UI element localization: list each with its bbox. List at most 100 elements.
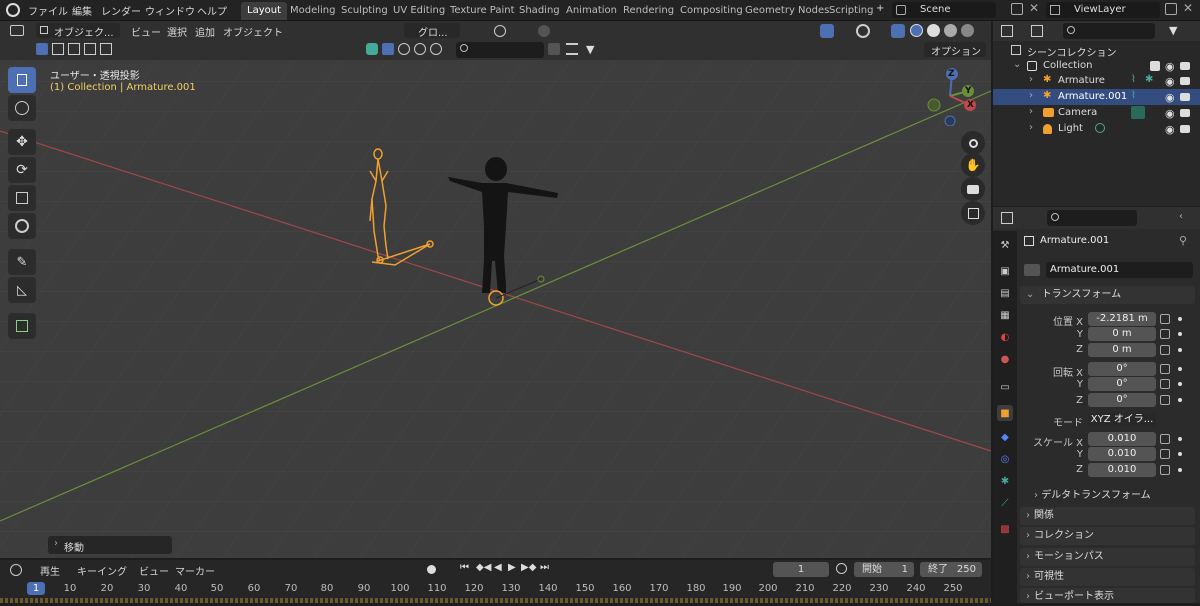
lock-icon[interactable] (1160, 434, 1170, 444)
add-workspace-button[interactable]: + (876, 3, 884, 14)
keyframe-dot-icon[interactable] (1178, 317, 1182, 321)
expand-chevron-icon[interactable]: › (1029, 90, 1033, 101)
constraint-tab-icon[interactable]: ✱ (997, 473, 1013, 489)
rotate-tool[interactable]: ⟳ (8, 157, 36, 183)
editor-type-icon[interactable] (10, 25, 24, 36)
orientation-selector[interactable]: グロ... (404, 23, 460, 39)
select-extend-icon[interactable] (52, 43, 64, 55)
expand-chevron-icon[interactable]: › (1029, 122, 1033, 133)
modifier-tab-icon[interactable]: ◆ (997, 429, 1013, 445)
viewlayer-close-icon[interactable]: ✕ (1183, 1, 1193, 15)
motion-paths-panel-header[interactable]: › モーションパス (1020, 548, 1195, 566)
visibility-eye-icon[interactable]: ◉ (1165, 75, 1175, 88)
tab-sculpting[interactable]: Sculpting (335, 2, 394, 20)
lock-icon[interactable] (1160, 465, 1170, 475)
frame-ruler[interactable]: 1 10 20 30 40 50 60 70 80 90 100 110 120 130 140 150 160… (0, 560, 991, 603)
outliner-search-input[interactable] (1063, 23, 1155, 39)
lock-icon[interactable] (1160, 329, 1170, 339)
move-tool[interactable]: ✥ (8, 129, 36, 155)
keyframe-dot-icon[interactable] (1178, 398, 1182, 402)
rotation-x-field[interactable]: 0° (1088, 362, 1156, 376)
viewport-display-panel-header[interactable]: › ビューポート表示 (1020, 588, 1195, 603)
menu-help[interactable]: ヘルプ (197, 3, 227, 18)
shading-rendered-icon[interactable] (961, 24, 974, 37)
select-intersect-icon[interactable] (100, 43, 112, 55)
shading-wireframe-icon[interactable] (910, 24, 923, 37)
collections-panel-header[interactable]: › コレクション (1020, 527, 1195, 545)
relations-panel-header[interactable]: › 関係 (1020, 507, 1195, 525)
gizmo-toggle-icon[interactable] (820, 24, 834, 38)
keyframe-dot-icon[interactable] (1178, 367, 1182, 371)
outliner-item-armature[interactable]: › ✱ Armature ⌇ ✱ ◉ (993, 73, 1200, 89)
collection-tab-icon[interactable]: ▭ (997, 379, 1013, 395)
tab-shading[interactable]: Shading (513, 2, 566, 20)
menu-object[interactable]: オブジェクト (223, 24, 283, 39)
outliner-editor-icon[interactable] (1001, 25, 1013, 37)
shading-solid-icon[interactable] (927, 24, 940, 37)
lock-icon[interactable] (1160, 449, 1170, 459)
render-camera-icon[interactable] (1180, 109, 1190, 117)
last-operator-panel[interactable]: › 移動 (48, 536, 172, 554)
render-tab-icon[interactable]: ▣ (997, 263, 1013, 279)
lock-icon[interactable] (1160, 345, 1170, 355)
menu-view[interactable]: ビュー (131, 24, 161, 39)
outliner-item-light[interactable]: › Light ◉ (993, 121, 1200, 137)
view-layer-tab-icon[interactable]: ▦ (997, 307, 1013, 323)
lock-icon[interactable] (1160, 314, 1170, 324)
render-camera-icon[interactable] (1180, 125, 1190, 133)
menu-file[interactable]: ファイル (28, 3, 68, 18)
menu-window[interactable]: ウィンドウ (145, 3, 195, 18)
output-tab-icon[interactable]: ▤ (997, 285, 1013, 301)
tab-geometry-nodes[interactable]: Geometry Nodes (739, 2, 835, 20)
filter-world-icon[interactable] (414, 43, 426, 55)
visibility-panel-header[interactable]: › 可視性 (1020, 568, 1195, 586)
collection-checkbox-icon[interactable] (1150, 61, 1160, 71)
properties-search-input[interactable] (1047, 210, 1137, 226)
properties-options-icon[interactable]: ‹ (1179, 211, 1183, 222)
select-box-tool[interactable] (8, 67, 36, 93)
viewlayer-copy-icon[interactable] (1165, 3, 1177, 15)
world-tab-icon[interactable]: ● (997, 351, 1013, 367)
cursor-tool[interactable] (8, 95, 36, 121)
tab-uv-editing[interactable]: UV Editing (387, 2, 451, 20)
scale-y-field[interactable]: 0.010 (1088, 447, 1156, 461)
zoom-button[interactable] (961, 131, 985, 155)
camera-data-icon[interactable] (1131, 106, 1145, 119)
ortho-toggle-button[interactable] (961, 201, 985, 225)
keyframe-dot-icon[interactable] (1178, 468, 1182, 472)
snap-icon[interactable] (494, 25, 506, 37)
delta-transform-subpanel[interactable]: › デルタトランスフォーム (1034, 486, 1194, 502)
keyframe-dot-icon[interactable] (1178, 382, 1182, 386)
pan-button[interactable]: ✋ (961, 153, 985, 177)
shading-material-icon[interactable] (944, 24, 957, 37)
visibility-eye-icon[interactable]: ◉ (1165, 60, 1175, 73)
menu-edit[interactable]: 編集 (72, 3, 92, 18)
render-camera-icon[interactable] (1180, 93, 1190, 101)
visibility-eye-icon[interactable]: ◉ (1165, 123, 1175, 136)
pose-data-icon[interactable]: ⌇ (1131, 90, 1136, 101)
mode-selector[interactable]: オブジェク... (36, 23, 120, 39)
keyframe-dot-icon[interactable] (1178, 452, 1182, 456)
location-x-field[interactable]: -2.2181 m (1088, 312, 1156, 326)
scale-z-field[interactable]: 0.010 (1088, 463, 1156, 477)
scale-tool[interactable] (8, 185, 36, 211)
camera-view-button[interactable] (961, 177, 985, 201)
tab-animation[interactable]: Animation (560, 2, 623, 20)
light-data-icon[interactable] (1095, 123, 1105, 133)
location-z-field[interactable]: 0 m (1088, 343, 1156, 357)
filter-light-icon[interactable] (430, 43, 442, 55)
outliner-item-camera[interactable]: › Camera ◉ (993, 105, 1200, 121)
physics-tab-icon[interactable]: ◎ (997, 451, 1013, 467)
xray-toggle-icon[interactable] (891, 24, 905, 38)
scale-x-field[interactable]: 0.010 (1088, 432, 1156, 446)
viewport-search-input[interactable] (456, 42, 544, 58)
tab-rendering[interactable]: Rendering (617, 2, 680, 20)
keyframe-dot-icon[interactable] (1178, 348, 1182, 352)
pose-data-icon[interactable]: ⌇ (1131, 74, 1136, 85)
filter-mesh-icon[interactable] (382, 43, 394, 55)
collapse-chevron-icon[interactable]: ⌄ (1013, 59, 1021, 70)
keyframe-dot-icon[interactable] (1178, 437, 1182, 441)
rotation-z-field[interactable]: 0° (1088, 393, 1156, 407)
scene-copy-icon[interactable] (1011, 3, 1023, 15)
rotation-y-field[interactable]: 0° (1088, 377, 1156, 391)
